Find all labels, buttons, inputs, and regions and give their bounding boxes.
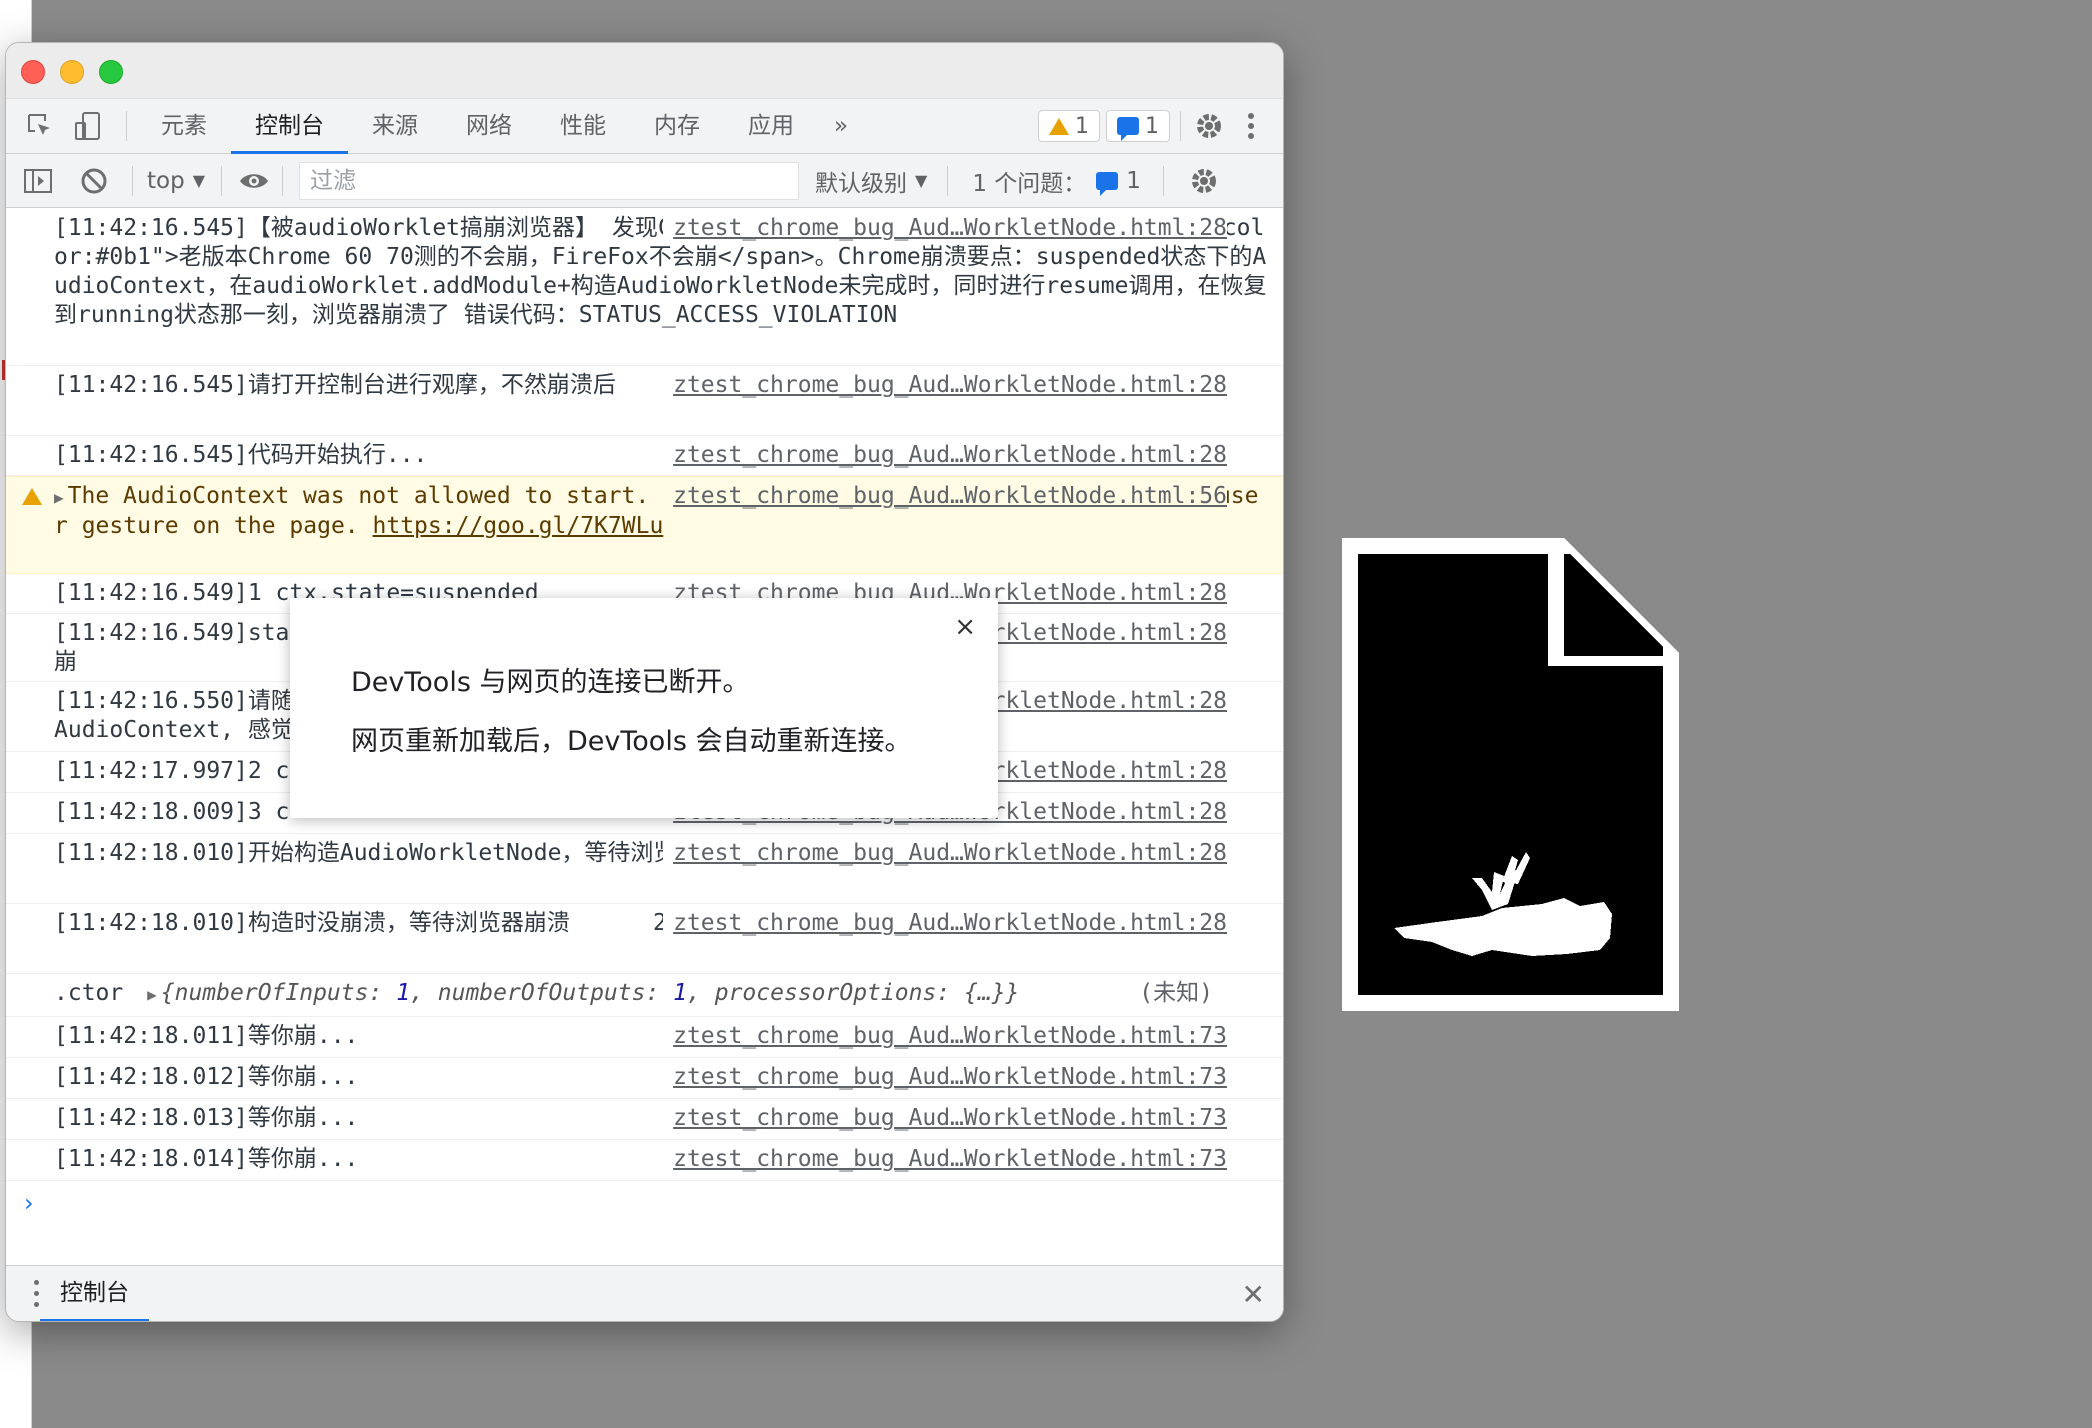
dialog-line-2: 网页重新加载后，DevTools 会自动重新连接。 bbox=[351, 726, 912, 757]
object-key: numberOfInputs bbox=[174, 980, 369, 1006]
tab-elements[interactable]: 元素 bbox=[137, 99, 231, 154]
more-tabs-button[interactable]: » bbox=[818, 99, 864, 154]
object-key: processorOptions bbox=[714, 980, 937, 1006]
drawer-bar: 控制台 ✕ bbox=[6, 1265, 1283, 1321]
gear-icon[interactable] bbox=[1186, 163, 1222, 199]
log-row: [11:42:18.013]等你崩... ztest_chrome_bug_Au… bbox=[6, 1099, 1283, 1140]
divider bbox=[132, 165, 133, 196]
title-bar bbox=[6, 43, 1283, 99]
source-link[interactable]: ztest_chrome_bug_Aud…WorkletNode.html:28 bbox=[663, 371, 1227, 400]
context-select[interactable]: top bbox=[147, 168, 185, 194]
tab-performance[interactable]: 性能 bbox=[536, 99, 630, 154]
ctor-label: .ctor bbox=[54, 980, 124, 1006]
divider bbox=[1162, 165, 1164, 196]
tab-sources[interactable]: 来源 bbox=[348, 99, 442, 154]
issues-label[interactable]: 1 个问题： bbox=[972, 164, 1086, 198]
object-value: {…} bbox=[964, 980, 1006, 1006]
tab-memory[interactable]: 内存 bbox=[630, 99, 724, 154]
warnings-badge[interactable]: 1 bbox=[1038, 110, 1100, 142]
close-window-button[interactable] bbox=[21, 60, 45, 84]
source-link[interactable]: ztest_chrome_bug_Aud…WorkletNode.html:28 bbox=[663, 214, 1227, 243]
device-toolbar-icon[interactable] bbox=[70, 108, 106, 144]
log-row: [11:42:18.011]等你崩... ztest_chrome_bug_Au… bbox=[6, 1017, 1283, 1058]
inspect-icon[interactable] bbox=[22, 108, 58, 144]
chevron-down-icon: ▼ bbox=[915, 171, 928, 190]
log-message: [11:42:18.010]构造时没崩溃，等待浏览器崩溃 2... bbox=[54, 910, 709, 936]
log-message: [11:42:17.997]2 c bbox=[54, 758, 290, 784]
warning-icon bbox=[22, 488, 42, 505]
tab-network[interactable]: 网络 bbox=[442, 99, 536, 154]
close-icon[interactable]: × bbox=[954, 612, 976, 642]
console-toolbar: top ▼ 过滤 默认级别 ▼ 1 个问题： 1 bbox=[6, 154, 1283, 208]
log-message: [11:42:18.014]等你崩... bbox=[54, 1146, 359, 1172]
object-row: .ctor ▶ {numberOfInputs: 1, numberOfOutpu… bbox=[6, 974, 1283, 1017]
log-row: [11:42:18.010]构造时没崩溃，等待浏览器崩溃 2... ztest_… bbox=[6, 904, 1283, 974]
issues-count[interactable]: 1 bbox=[1126, 168, 1141, 194]
log-message-cont: AudioContext, 感觉 bbox=[54, 717, 294, 743]
log-message: [11:42:18.012]等你崩... bbox=[54, 1064, 359, 1090]
expand-triangle-icon[interactable]: ▶ bbox=[147, 985, 157, 1004]
log-message: [11:42:16.549]sta bbox=[54, 620, 290, 646]
log-message: [11:42:16.545]代码开始执行... bbox=[54, 442, 428, 468]
source-link[interactable]: ztest_chrome_bug_Aud…WorkletNode.html:28 bbox=[663, 909, 1227, 938]
message-icon bbox=[1096, 171, 1119, 196]
zoom-window-button[interactable] bbox=[99, 60, 123, 84]
dead-page-icon bbox=[1342, 538, 1679, 1011]
expand-triangle-icon[interactable]: ▶ bbox=[54, 488, 64, 507]
divider bbox=[947, 165, 949, 196]
warning-icon bbox=[1049, 117, 1069, 135]
object-value: 1 bbox=[673, 980, 688, 1006]
messages-count: 1 bbox=[1145, 113, 1159, 139]
divider bbox=[126, 111, 127, 141]
clear-icon[interactable] bbox=[76, 163, 112, 199]
log-row: [11:42:16.545]代码开始执行... ztest_chrome_bug… bbox=[6, 436, 1283, 476]
log-row: [11:42:16.545]请打开控制台进行观摩，不然崩溃后 看不到页面内容 z… bbox=[6, 366, 1283, 436]
close-icon[interactable]: ✕ bbox=[1242, 1278, 1265, 1311]
source-link[interactable]: ztest_chrome_bug_Aud…WorkletNode.html:73 bbox=[663, 1104, 1227, 1133]
console-prompt[interactable]: › bbox=[24, 1189, 34, 1217]
log-row: [11:42:18.012]等你崩... ztest_chrome_bug_Au… bbox=[6, 1058, 1283, 1099]
disconnect-dialog: × DevTools 与网页的连接已断开。 网页重新加载后，DevTools 会… bbox=[290, 598, 998, 818]
tab-application[interactable]: 应用 bbox=[724, 99, 818, 154]
log-message: [11:42:18.013]等你崩... bbox=[54, 1105, 359, 1131]
log-row: [11:42:18.010]开始构造AudioWorkletNode，等待浏览器… bbox=[6, 834, 1283, 904]
source-link[interactable]: ztest_chrome_bug_Aud…WorkletNode.html:73 bbox=[663, 1145, 1227, 1174]
log-message: [11:42:18.011]等你崩... bbox=[54, 1023, 359, 1049]
drawer-tab-console[interactable]: 控制台 bbox=[40, 1266, 149, 1321]
sidebar-icon[interactable] bbox=[20, 163, 56, 199]
eye-icon[interactable] bbox=[236, 163, 272, 199]
help-link[interactable]: https://goo.gl/7K7WLu bbox=[373, 513, 664, 539]
warnings-count: 1 bbox=[1075, 113, 1089, 139]
console-prompt-row[interactable]: › bbox=[6, 1181, 1283, 1231]
chevron-down-icon: ▼ bbox=[192, 171, 206, 190]
source-link[interactable]: ztest_chrome_bug_Aud…WorkletNode.html:28 bbox=[663, 839, 1227, 868]
minimize-window-button[interactable] bbox=[60, 60, 84, 84]
source-link[interactable]: ztest_chrome_bug_Aud…WorkletNode.html:73 bbox=[663, 1063, 1227, 1092]
log-row: [11:42:16.545]【被audioWorklet搞崩浏览器】 发现Chr… bbox=[6, 209, 1283, 366]
divider bbox=[282, 165, 284, 196]
gear-icon[interactable] bbox=[1191, 108, 1227, 144]
source-link[interactable]: ztest_chrome_bug_Aud…WorkletNode.html:73 bbox=[663, 1022, 1227, 1051]
source-link[interactable]: ztest_chrome_bug_Aud…WorkletNode.html:28 bbox=[663, 441, 1227, 470]
log-row: [11:42:18.014]等你崩... ztest_chrome_bug_Au… bbox=[6, 1140, 1283, 1181]
object-value: 1 bbox=[396, 980, 411, 1006]
messages-badge[interactable]: 1 bbox=[1106, 110, 1170, 142]
log-message: [11:42:18.009]3 c bbox=[54, 799, 290, 825]
filter-input[interactable]: 过滤 bbox=[299, 161, 800, 200]
dialog-line-1: DevTools 与网页的连接已断开。 bbox=[351, 667, 750, 698]
log-level-select[interactable]: 默认级别 bbox=[815, 164, 907, 198]
log-message-cont: 崩 bbox=[54, 649, 77, 675]
message-icon bbox=[1117, 117, 1139, 141]
panel-tabbar: 元素 控制台 来源 网络 性能 内存 应用 » 1 1 bbox=[6, 99, 1283, 154]
warning-row: ▶ The AudioContext was not allowed to sta… bbox=[6, 476, 1283, 574]
object-key: numberOfOutputs bbox=[437, 980, 646, 1006]
tab-console[interactable]: 控制台 bbox=[231, 99, 348, 154]
source-unknown: (未知) bbox=[1139, 980, 1213, 1006]
log-message: [11:42:16.550]请随 bbox=[54, 688, 294, 714]
kebab-icon[interactable] bbox=[1233, 108, 1269, 144]
divider bbox=[1180, 111, 1181, 141]
source-link[interactable]: ztest_chrome_bug_Aud…WorkletNode.html:56 bbox=[663, 482, 1227, 511]
divider bbox=[221, 165, 223, 196]
